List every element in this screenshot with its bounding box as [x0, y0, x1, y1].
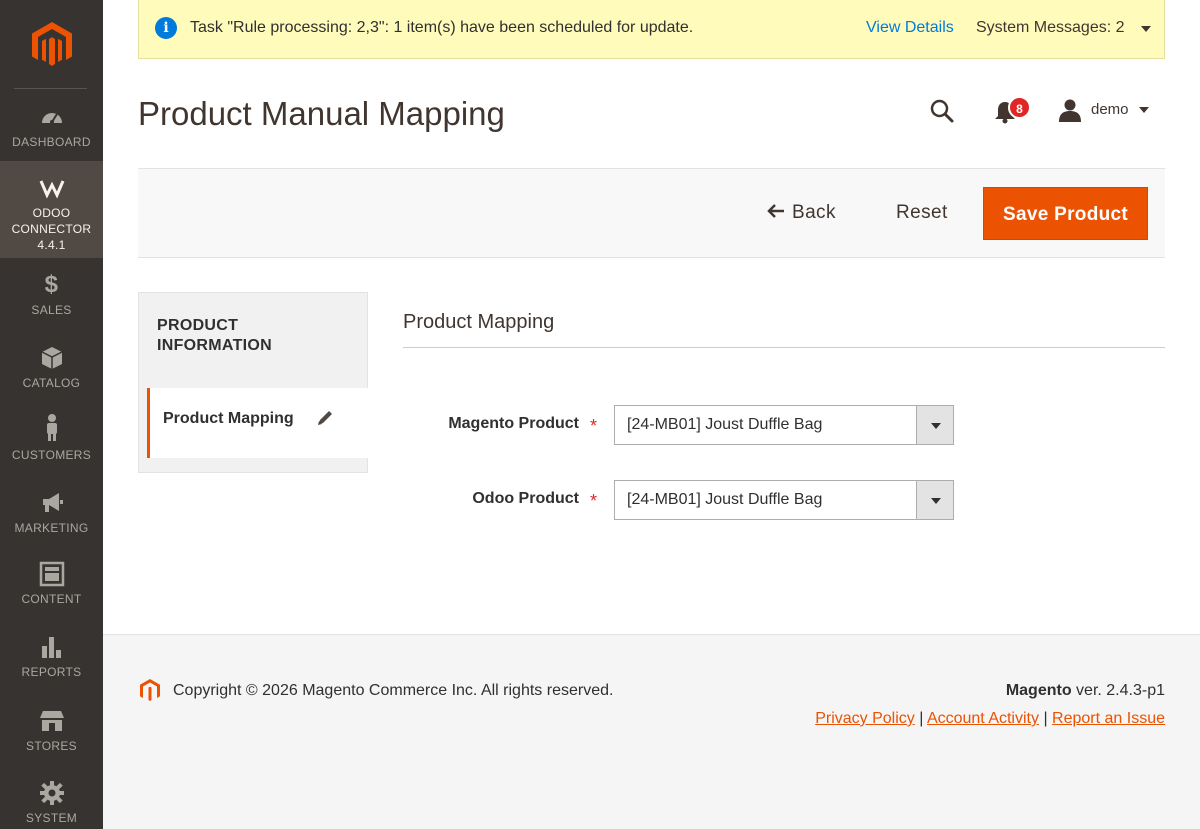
user-menu-chevron-icon[interactable]: [1139, 107, 1149, 113]
layout-icon: [39, 561, 64, 587]
system-notice-bar: i Task "Rule processing: 2,3": 1 item(s)…: [138, 0, 1165, 59]
page-actions-bar: Back Reset Save Product: [138, 168, 1165, 258]
required-asterisk: *: [590, 491, 598, 511]
sidebar-item-sales[interactable]: $ SALES: [0, 272, 103, 328]
tab-product-mapping[interactable]: Product Mapping: [147, 388, 368, 458]
system-messages-toggle[interactable]: System Messages: 2: [976, 19, 1125, 37]
dropdown-arrow-icon[interactable]: [916, 481, 953, 519]
notice-message: Task "Rule processing: 2,3": 1 item(s) h…: [190, 19, 694, 36]
section-divider: [403, 347, 1165, 348]
footer-links: Privacy Policy | Account Activity | Repo…: [815, 710, 1165, 728]
report-issue-link[interactable]: Report an Issue: [1052, 710, 1165, 727]
tabs-title: PRODUCT INFORMATION: [157, 316, 272, 356]
copyright-text: Copyright © 2026 Magento Commerce Inc. A…: [173, 682, 614, 699]
footer-version: ver. 2.4.3-p1: [1076, 682, 1165, 699]
sidebar-item-dashboard[interactable]: DASHBOARD: [0, 104, 103, 160]
back-button-label: Back: [792, 202, 836, 223]
odoo-product-label: Odoo Product: [472, 490, 579, 507]
sidebar-item-marketing[interactable]: MARKETING: [0, 490, 103, 546]
required-asterisk: *: [590, 416, 598, 436]
box-icon: [41, 347, 62, 369]
odoo-product-select[interactable]: [24-MB01] Joust Duffle Bag: [614, 480, 954, 520]
sidebar-item-content[interactable]: CONTENT: [0, 561, 103, 617]
page-title: Product Manual Mapping: [138, 95, 505, 132]
dollar-icon: $: [44, 271, 59, 298]
sidebar-item-customers[interactable]: CUSTOMERS: [0, 413, 103, 473]
person-icon: [46, 414, 57, 441]
storefront-icon: [39, 711, 64, 731]
page-footer: Copyright © 2026 Magento Commerce Inc. A…: [103, 634, 1200, 829]
sidebar-item-system[interactable]: SYSTEM: [0, 780, 103, 829]
magento-logo[interactable]: [28, 20, 76, 68]
footer-brand: Magento: [1005, 682, 1072, 699]
save-product-button[interactable]: Save Product: [983, 187, 1148, 240]
sidebar-item-catalog[interactable]: CATALOG: [0, 345, 103, 401]
sidebar-item-stores[interactable]: STORES: [0, 708, 103, 764]
logo-divider: [14, 88, 87, 89]
user-account-name[interactable]: demo: [1091, 101, 1129, 118]
magento-product-label: Magento Product: [448, 415, 579, 432]
product-information-tabs: PRODUCT INFORMATION Product Mapping: [138, 292, 368, 473]
tab-product-mapping-label: Product Mapping: [163, 410, 294, 427]
chevron-down-icon[interactable]: [1141, 26, 1151, 32]
search-icon[interactable]: [929, 98, 955, 124]
admin-sidebar: DASHBOARD ODOO CONNECTOR 4.4.1 $ SALES C…: [0, 0, 103, 829]
tabs-title-line-1: PRODUCT: [157, 317, 239, 334]
magento-product-select[interactable]: [24-MB01] Joust Duffle Bag: [614, 405, 954, 445]
dropdown-arrow-icon[interactable]: [916, 406, 953, 444]
sidebar-item-reports[interactable]: REPORTS: [0, 634, 103, 690]
odoo-product-value: [24-MB01] Joust Duffle Bag: [627, 491, 823, 508]
dashboard-icon: [41, 113, 62, 124]
magento-product-value: [24-MB01] Joust Duffle Bag: [627, 416, 823, 433]
section-title: Product Mapping: [403, 311, 555, 333]
link-separator: |: [919, 710, 924, 727]
odoo-connector-icon: [39, 180, 64, 199]
view-details-link[interactable]: View Details: [866, 19, 954, 37]
link-separator: |: [1043, 710, 1048, 727]
info-icon: i: [155, 17, 177, 39]
reset-button[interactable]: Reset: [896, 202, 948, 224]
privacy-policy-link[interactable]: Privacy Policy: [815, 710, 915, 727]
pencil-icon: [318, 411, 332, 425]
magento-footer-logo-icon: [140, 679, 160, 701]
back-button[interactable]: Back: [766, 202, 836, 224]
notifications-count-badge[interactable]: 8: [1008, 96, 1031, 119]
sidebar-item-odoo-connector[interactable]: ODOO CONNECTOR 4.4.1: [0, 161, 103, 258]
user-icon[interactable]: [1058, 98, 1082, 122]
version-text: Magento ver. 2.4.3-p1: [1006, 682, 1165, 700]
arrow-left-icon: [767, 204, 784, 218]
tabs-title-line-2: INFORMATION: [157, 337, 272, 354]
bar-chart-icon: [41, 637, 61, 658]
gear-icon: [39, 781, 64, 805]
megaphone-icon: [42, 493, 63, 512]
account-activity-link[interactable]: Account Activity: [927, 710, 1039, 727]
